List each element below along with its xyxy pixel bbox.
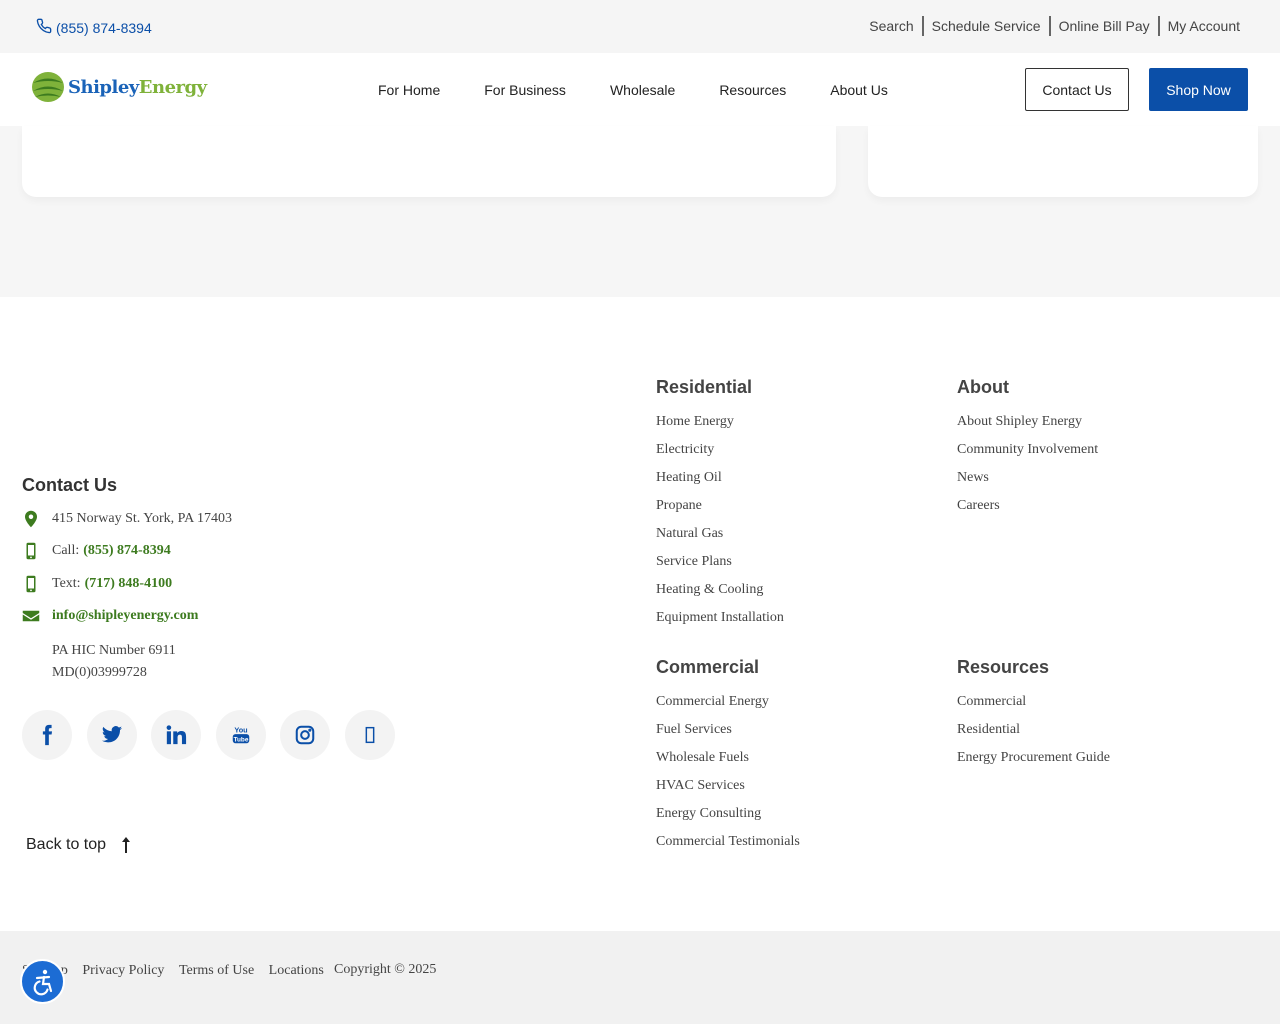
resources-links: Commercial Residential Energy Procuremen… (957, 693, 1110, 777)
logo-text-energy: Energy (138, 76, 207, 98)
footer-link-heating-oil[interactable]: Heating Oil (656, 469, 784, 497)
content-card (868, 126, 1258, 197)
footer-link-news[interactable]: News (957, 469, 1098, 497)
phone-icon (36, 18, 56, 37)
footer-link-community[interactable]: Community Involvement (957, 441, 1098, 469)
md-license-number: MD(0)03999728 (52, 665, 147, 680)
arrow-up-icon (122, 837, 131, 853)
main-header: ShipleyEnergy For Home For Business Whol… (0, 53, 1280, 126)
footer-link-fuel-services[interactable]: Fuel Services (656, 721, 800, 749)
call-label: Call: (52, 543, 80, 558)
social-links: You Tube (22, 710, 409, 760)
locations-link[interactable]: Locations (269, 963, 324, 979)
svg-text:You: You (234, 725, 247, 734)
footer-link-electricity[interactable]: Electricity (656, 441, 784, 469)
text-row: Text: (717) 848-4100 (22, 575, 172, 593)
utility-phone-text: (855) 874-8394 (56, 19, 152, 36)
copyright-text: Copyright © 2025 (334, 962, 437, 977)
content-card (22, 126, 836, 197)
legal-links: Sitemap Privacy Policy Terms of Use Loca… (22, 963, 338, 979)
schedule-service-link[interactable]: Schedule Service (924, 18, 1049, 34)
footer-link-natural-gas[interactable]: Natural Gas (656, 525, 784, 553)
about-links: About Shipley Energy Community Involveme… (957, 413, 1098, 525)
footer-link-hvac-services[interactable]: HVAC Services (656, 777, 800, 805)
privacy-policy-link[interactable]: Privacy Policy (82, 963, 164, 979)
twitter-icon[interactable] (86, 710, 137, 760)
logo[interactable]: ShipleyEnergy (31, 70, 207, 104)
email-row: info@shipleyenergy.com (22, 607, 198, 625)
footer-link-energy-consulting[interactable]: Energy Consulting (656, 805, 800, 833)
text-label: Text: (52, 576, 81, 591)
call-row: Call: (855) 874-8394 (22, 542, 171, 560)
main-nav: For Home For Business Wholesale Resource… (356, 82, 910, 98)
footer-link-resources-commercial[interactable]: Commercial (957, 693, 1110, 721)
address-text: 415 Norway St. York, PA 17403 (52, 511, 232, 526)
pa-hic-number: PA HIC Number 6911 (52, 643, 176, 658)
footer-link-heating-cooling[interactable]: Heating & Cooling (656, 581, 784, 609)
footer: Contact Us 415 Norway St. York, PA 17403… (0, 297, 1280, 931)
logo-text: ShipleyEnergy (68, 77, 207, 98)
nav-about-us[interactable]: About Us (808, 82, 910, 98)
footer-link-home-energy[interactable]: Home Energy (656, 413, 784, 441)
footer-link-commercial-testimonials[interactable]: Commercial Testimonials (656, 833, 800, 861)
footer-link-wholesale-fuels[interactable]: Wholesale Fuels (656, 749, 800, 777)
map-pin-icon (22, 510, 40, 528)
about-heading: About (957, 377, 1009, 397)
my-account-link[interactable]: My Account (1160, 18, 1240, 34)
text-number-link[interactable]: (717) 848-4100 (85, 576, 173, 592)
terms-of-use-link[interactable]: Terms of Use (179, 963, 254, 979)
shop-now-button[interactable]: Shop Now (1149, 68, 1248, 111)
accessibility-button[interactable] (20, 959, 65, 1004)
nav-for-business[interactable]: For Business (462, 82, 588, 98)
facebook-icon[interactable] (22, 710, 72, 760)
call-number-link[interactable]: (855) 874-8394 (83, 543, 171, 559)
footer-link-service-plans[interactable]: Service Plans (656, 553, 784, 581)
contact-us-button[interactable]: Contact Us (1025, 68, 1129, 111)
footer-link-commercial-energy[interactable]: Commercial Energy (656, 693, 800, 721)
commercial-heading: Commercial (656, 657, 760, 677)
linkedin-icon[interactable] (151, 710, 201, 760)
commercial-links: Commercial Energy Fuel Services Wholesal… (656, 693, 800, 861)
instagram-icon[interactable] (280, 710, 330, 760)
contact-heading: Contact Us (22, 475, 118, 495)
footer-link-energy-procurement-guide[interactable]: Energy Procurement Guide (957, 749, 1110, 777)
envelope-icon (22, 607, 40, 625)
address-row: 415 Norway St. York, PA 17403 (22, 510, 232, 528)
nav-wholesale[interactable]: Wholesale (588, 82, 697, 98)
nav-for-home[interactable]: For Home (356, 82, 462, 98)
online-bill-pay-link[interactable]: Online Bill Pay (1051, 18, 1158, 34)
footer-link-careers[interactable]: Careers (957, 497, 1098, 525)
footer-link-equipment-installation[interactable]: Equipment Installation (656, 609, 784, 637)
mobile-phone-icon (22, 542, 40, 560)
utility-bar: (855) 874-8394 Search Schedule Service O… (0, 0, 1280, 53)
utility-phone-link[interactable]: (855) 874-8394 (36, 18, 152, 37)
footer-link-propane[interactable]: Propane (656, 497, 784, 525)
back-to-top-link[interactable]: Back to top (26, 836, 132, 854)
generic-social-icon[interactable] (344, 710, 395, 760)
logo-mark-icon (32, 72, 64, 102)
search-link[interactable]: Search (861, 18, 921, 34)
resources-heading: Resources (957, 657, 1050, 677)
logo-text-shipley: Shipley (68, 76, 139, 98)
accessibility-icon (33, 969, 52, 995)
mobile-phone-icon (22, 575, 40, 593)
email-link[interactable]: info@shipleyenergy.com (52, 608, 198, 624)
svg-text:Tube: Tube (233, 736, 248, 743)
residential-links: Home Energy Electricity Heating Oil Prop… (656, 413, 784, 637)
back-to-top-label: Back to top (26, 836, 107, 853)
residential-heading: Residential (656, 377, 753, 397)
nav-resources[interactable]: Resources (697, 82, 808, 98)
bottom-bar: Sitemap Privacy Policy Terms of Use Loca… (0, 931, 1280, 1024)
utility-links: Search Schedule Service Online Bill Pay … (861, 16, 1240, 36)
footer-link-resources-residential[interactable]: Residential (957, 721, 1110, 749)
footer-link-about-shipley[interactable]: About Shipley Energy (957, 413, 1098, 441)
youtube-icon[interactable]: You Tube (215, 710, 266, 760)
